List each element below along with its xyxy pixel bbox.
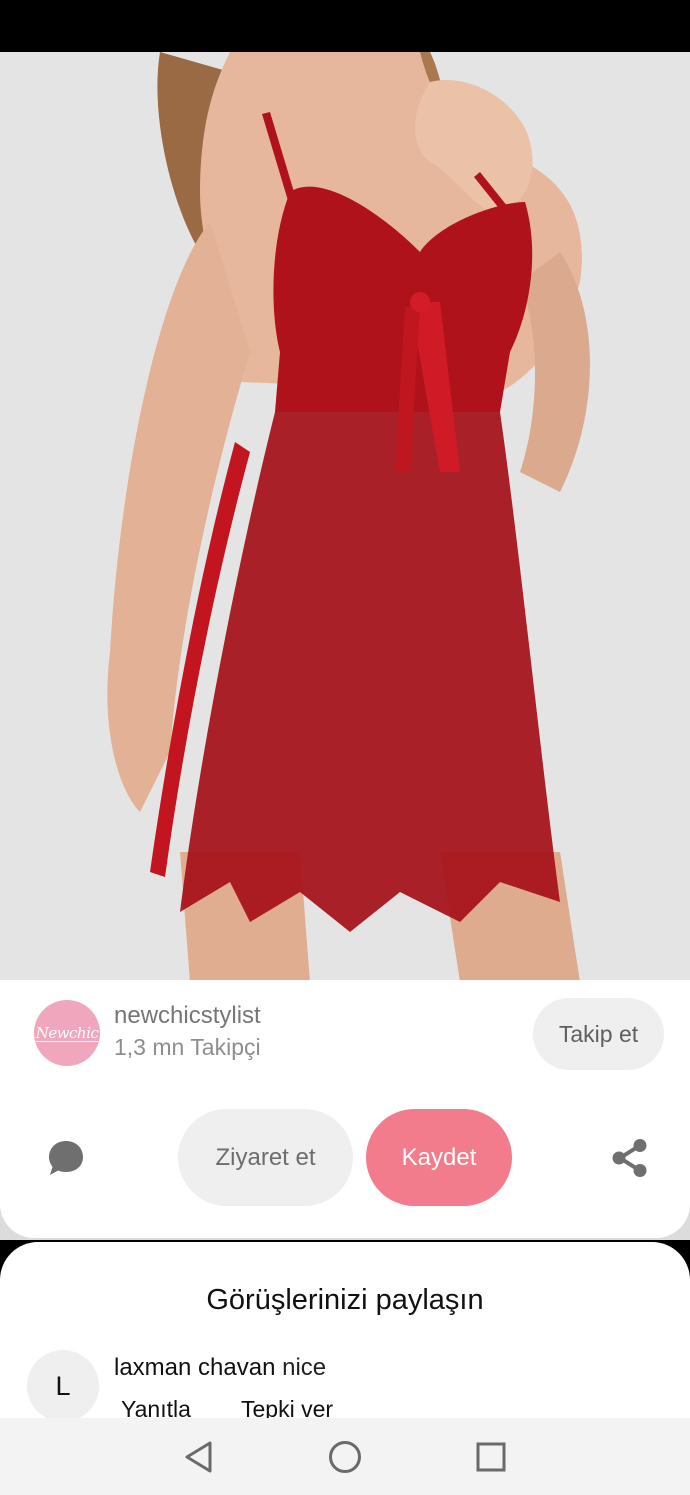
comments-sheet	[0, 1242, 690, 1442]
back-button[interactable]	[181, 1440, 215, 1474]
comment-text: nice	[275, 1354, 327, 1381]
screen: Newchic newchicstylist 1,3 mn Takipçi Ta…	[0, 0, 690, 1495]
creator-avatar[interactable]: Newchic	[34, 1000, 100, 1066]
creator-avatar-logo: Newchic	[35, 1023, 99, 1042]
recents-square-icon	[476, 1442, 506, 1472]
comment-bubble-icon	[49, 1141, 83, 1175]
comment: laxman chavan nice	[114, 1354, 326, 1382]
comments-title: Görüşlerinizi paylaşın	[206, 1284, 484, 1316]
share-icon	[612, 1139, 647, 1177]
pin-image[interactable]	[0, 52, 690, 982]
comment-author[interactable]: laxman chavan	[114, 1354, 275, 1381]
comment-avatar[interactable]: L	[27, 1350, 99, 1422]
back-triangle-icon	[185, 1441, 212, 1473]
creator-follower-count: 1,3 mn Takipçi	[114, 1034, 261, 1060]
recents-button[interactable]	[474, 1440, 508, 1474]
product-photo	[0, 52, 690, 982]
system-nav-bar	[0, 1418, 690, 1495]
follow-button[interactable]: Takip et	[533, 998, 664, 1070]
home-button[interactable]	[328, 1440, 362, 1474]
share-button[interactable]	[606, 1135, 652, 1181]
status-bar	[0, 0, 690, 52]
home-circle-icon	[329, 1441, 361, 1473]
comment-button[interactable]	[44, 1136, 88, 1180]
visit-button[interactable]: Ziyaret et	[178, 1109, 353, 1206]
save-button[interactable]: Kaydet	[366, 1109, 512, 1206]
creator-name[interactable]: newchicstylist	[114, 1002, 261, 1030]
